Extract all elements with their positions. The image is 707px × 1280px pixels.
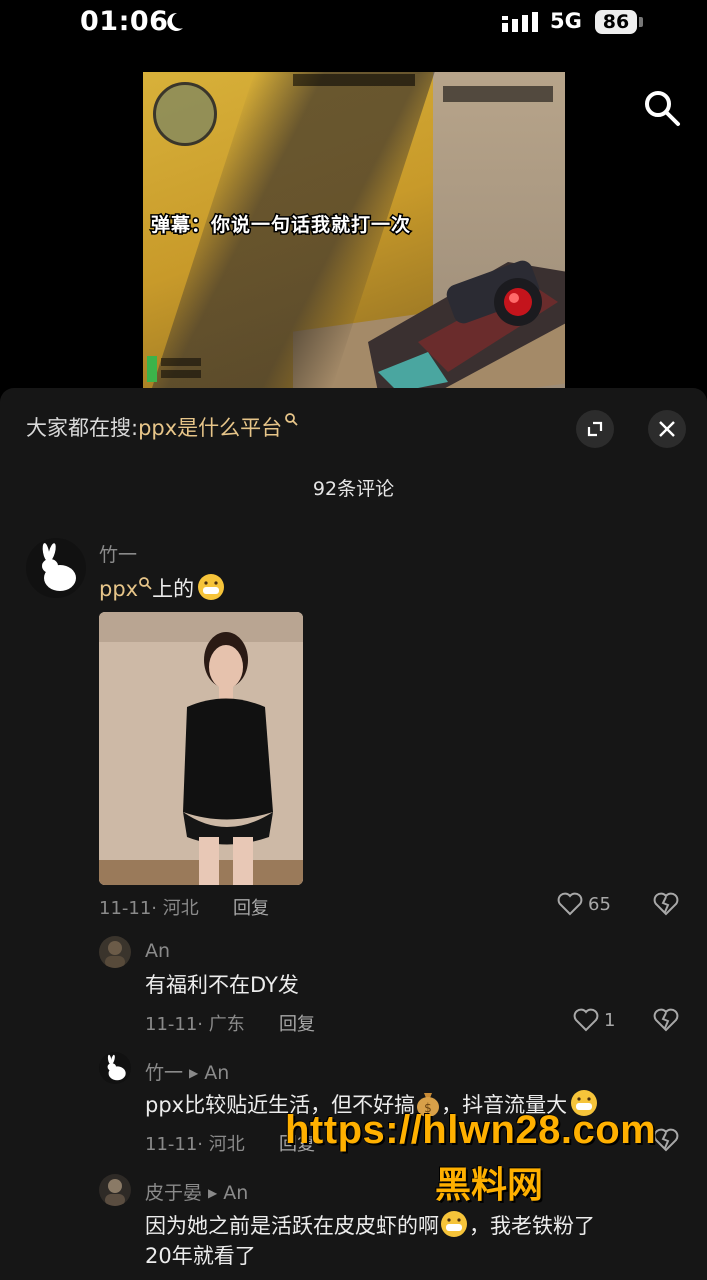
network-type: 5G bbox=[550, 9, 582, 33]
broken-heart-icon[interactable] bbox=[653, 1008, 679, 1032]
comment-keyword-link[interactable]: ppx bbox=[99, 577, 138, 601]
game-hud-right bbox=[443, 86, 553, 102]
battery-icon: 86 bbox=[595, 10, 637, 34]
expand-button[interactable] bbox=[576, 410, 614, 448]
like-count: 65 bbox=[588, 894, 611, 915]
game-minimap bbox=[153, 82, 217, 146]
search-small-icon bbox=[285, 413, 298, 426]
battery-tip bbox=[639, 17, 643, 27]
comment-text-body: 上的 bbox=[152, 577, 195, 601]
avatar[interactable] bbox=[99, 1052, 131, 1084]
grin-emoji-icon bbox=[198, 574, 225, 600]
watermark-subtitle: 黑料网 bbox=[435, 1164, 544, 1205]
comment-text: 因为她之前是活跃在皮皮虾的啊 ，我老铁粉了 20年就看了 bbox=[145, 1209, 595, 1271]
search-icon[interactable] bbox=[642, 88, 682, 128]
status-bar: 01:06 5G 86 bbox=[0, 0, 707, 46]
watermark: https://hlwn28.com 黑料网 bbox=[285, 1108, 657, 1205]
reply-arrow-icon: ▶ bbox=[189, 1066, 199, 1080]
rabbit-avatar-icon bbox=[42, 543, 76, 591]
reply-to-username[interactable]: An bbox=[223, 1182, 248, 1204]
heart-icon[interactable] bbox=[557, 892, 583, 916]
broken-heart-icon[interactable] bbox=[653, 892, 679, 916]
heart-icon[interactable] bbox=[573, 1008, 599, 1032]
reply-button[interactable]: 回复 bbox=[233, 894, 269, 920]
comment-meta: 11-11· 河北 bbox=[145, 1134, 245, 1155]
avatar[interactable] bbox=[99, 1174, 131, 1206]
user-avatar-icon bbox=[105, 1179, 125, 1206]
broken-heart-icon[interactable] bbox=[653, 1128, 679, 1152]
trending-search[interactable]: 大家都在搜:ppx是什么平台 bbox=[26, 412, 298, 442]
sniper-rifle-graphic bbox=[368, 260, 565, 390]
comment-text-part: 因为她之前是活跃在皮皮虾的啊 bbox=[145, 1214, 439, 1238]
watermark-url: https://hlwn28.com bbox=[285, 1108, 657, 1152]
comment-meta: 11-11· 广东 bbox=[145, 1014, 245, 1035]
reply-button[interactable]: 回复 bbox=[279, 1010, 315, 1036]
avatar[interactable] bbox=[26, 538, 86, 598]
user-avatar-icon bbox=[105, 941, 125, 968]
video-player[interactable]: 弹幕：你说一句话我就打一次 bbox=[143, 72, 565, 390]
search-small-icon bbox=[139, 577, 152, 590]
rabbit-avatar-icon bbox=[107, 1054, 126, 1081]
comment-count: 92条评论 bbox=[312, 478, 395, 500]
comment-text: ppx 上的 bbox=[99, 572, 226, 604]
comment-username[interactable]: 竹一 bbox=[99, 540, 137, 567]
comment-text-part: ，我老铁粉了 bbox=[469, 1214, 595, 1238]
moon-icon bbox=[167, 12, 183, 31]
comment-image[interactable] bbox=[99, 612, 303, 885]
like-count: 1 bbox=[604, 1010, 616, 1031]
close-button[interactable] bbox=[648, 410, 686, 448]
status-time: 01:06 bbox=[80, 6, 169, 37]
expand-icon bbox=[587, 421, 603, 437]
game-hud-health bbox=[147, 356, 201, 382]
comment-username[interactable]: An bbox=[145, 940, 170, 962]
comment-text-part: 20年就看了 bbox=[145, 1244, 256, 1268]
trending-keyword[interactable]: ppx是什么平台 bbox=[138, 416, 282, 440]
close-icon bbox=[659, 421, 675, 437]
reply-arrow-icon: ▶ bbox=[208, 1186, 218, 1200]
signal-icon bbox=[502, 12, 538, 32]
comment-text: 有福利不在DY发 bbox=[145, 973, 299, 997]
grin-emoji-icon bbox=[441, 1211, 467, 1237]
comment-username-line: 皮于晏 ▶ An bbox=[145, 1178, 248, 1205]
comment-username-line: 竹一 ▶ An bbox=[145, 1058, 229, 1085]
avatar[interactable] bbox=[99, 936, 131, 968]
comment-username[interactable]: 皮于晏 bbox=[145, 1182, 202, 1204]
comment-meta: 11-11· 河北 bbox=[99, 898, 199, 919]
game-hud-top bbox=[293, 74, 415, 86]
trending-prefix: 大家都在搜: bbox=[26, 416, 139, 440]
comment-username[interactable]: 竹一 bbox=[145, 1062, 183, 1084]
reply-to-username[interactable]: An bbox=[204, 1062, 229, 1084]
person-photo-graphic bbox=[99, 612, 303, 885]
